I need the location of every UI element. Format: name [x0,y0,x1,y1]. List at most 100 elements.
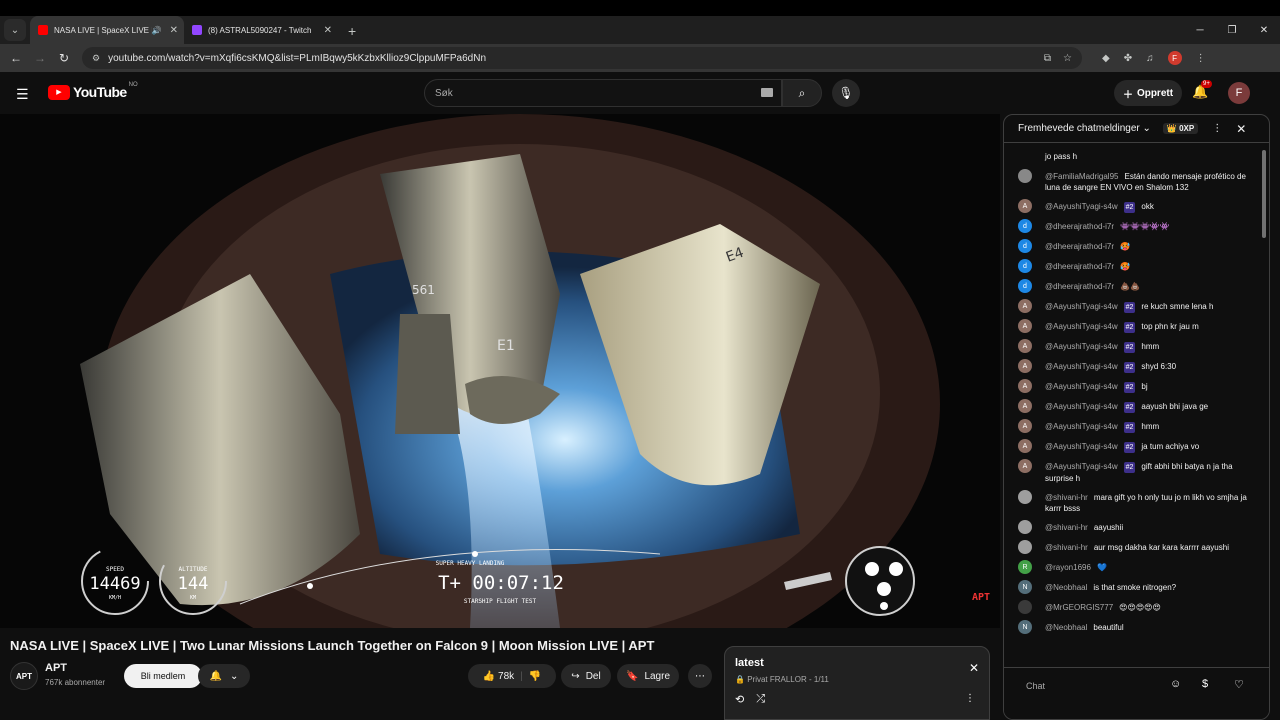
extension-icon[interactable]: ◆ [1102,53,1110,64]
join-button[interactable]: Bli medlem [124,664,202,688]
create-button[interactable]: ＋ Opprett [1114,80,1182,106]
chat-avatar[interactable]: d [1018,219,1032,233]
close-playlist-icon[interactable]: ✕ [969,661,979,675]
super-chat-icon[interactable]: $ [1202,678,1208,690]
emoji-icon[interactable]: ☺ [1170,678,1181,690]
chat-scrollbar[interactable] [1262,150,1266,238]
shuffle-icon[interactable]: ⤮ [756,693,765,706]
chat-author[interactable]: @AayushiTyagi-s4w [1045,382,1118,391]
address-bar[interactable]: ⚙ youtube.com/watch?v=mXqfi6csKMQ&list=P… [82,47,1082,69]
back-icon[interactable]: ← [4,51,28,65]
reload-icon[interactable]: ↻ [52,51,76,65]
chat-input[interactable]: Chat [1018,676,1168,698]
bookmark-star-icon[interactable]: ☆ [1063,53,1072,64]
chat-menu-icon[interactable]: ⋮ [1212,123,1222,134]
install-icon[interactable]: ⧉ [1044,53,1051,64]
channel-name[interactable]: APT [45,662,67,674]
tab-search-button[interactable]: ⌄ [4,19,26,41]
speaker-icon[interactable]: 🔊 [152,26,162,35]
chat-author[interactable]: @dheerajrathod-i7r [1045,262,1114,271]
chat-avatar[interactable]: N [1018,620,1032,634]
like-button[interactable]: 👍 78k [483,671,514,682]
chat-author[interactable]: @dheerajrathod-i7r [1045,282,1114,291]
tab-youtube[interactable]: NASA LIVE | SpaceX LIVE | T 🔊 ✕ [30,16,184,44]
site-info-icon[interactable]: ⚙ [92,53,100,64]
video-player[interactable]: 561 E1 E4 SPEED 14469 KM/H ALTITUDE 144 … [0,114,1000,628]
chat-author[interactable]: @Neobhaal [1045,583,1087,592]
chrome-menu-icon[interactable]: ⋮ [1196,53,1206,64]
keyboard-icon[interactable] [761,88,773,97]
youtube-logo[interactable]: ▶ YouTube NO [48,82,138,100]
close-window-icon[interactable]: ✕ [1248,16,1280,44]
media-control-icon[interactable]: ♫ [1146,53,1154,64]
chat-author[interactable]: @dheerajrathod-i7r [1045,242,1114,251]
minimize-icon[interactable]: ─ [1184,16,1216,44]
chat-avatar[interactable]: d [1018,259,1032,273]
chat-author[interactable]: @shivani-hr [1045,543,1088,552]
chat-avatar[interactable] [1018,169,1032,183]
xp-badge[interactable]: 👑 0XP [1162,123,1199,134]
new-tab-icon[interactable]: + [348,23,356,39]
chat-avatar[interactable]: A [1018,299,1032,313]
chat-avatar[interactable]: A [1018,319,1032,333]
chat-author[interactable]: @AayushiTyagi-s4w [1045,422,1118,431]
restore-icon[interactable]: ❐ [1216,16,1248,44]
chat-avatar[interactable]: A [1018,359,1032,373]
chat-author[interactable]: @shivani-hr [1045,523,1088,532]
chat-avatar[interactable]: N [1018,580,1032,594]
chat-avatar[interactable] [1018,600,1032,614]
account-avatar[interactable]: F [1228,82,1250,104]
loop-icon[interactable]: ⟲ [735,693,744,706]
chat-author[interactable]: @AayushiTyagi-s4w [1045,342,1118,351]
profile-avatar[interactable]: F [1167,51,1182,65]
chat-avatar[interactable]: A [1018,199,1032,213]
chat-author[interactable]: @AayushiTyagi-s4w [1045,302,1118,311]
chat-mode-selector[interactable]: Fremhevede chatmeldinger ⌄ [1018,123,1151,134]
chat-avatar[interactable] [1018,520,1032,534]
forward-icon[interactable]: → [28,51,52,65]
chat-author[interactable]: @AayushiTyagi-s4w [1045,442,1118,451]
chat-author[interactable]: @AayushiTyagi-s4w [1045,202,1118,211]
chat-avatar[interactable] [1018,540,1032,554]
close-chat-icon[interactable]: ✕ [1236,122,1246,136]
chat-author[interactable]: @shivani-hr [1045,493,1088,502]
chat-avatar[interactable]: A [1018,339,1032,353]
close-tab-icon[interactable]: ✕ [324,25,332,36]
chat-author[interactable]: @AayushiTyagi-s4w [1045,462,1118,471]
chat-author[interactable]: @Neobhaal [1045,623,1087,632]
channel-avatar[interactable]: APT [10,662,38,690]
chat-author[interactable]: @AayushiTyagi-s4w [1045,322,1118,331]
extensions-puzzle-icon[interactable]: ✤ [1124,53,1132,64]
notifications-button[interactable]: 🔔 9+ [1192,80,1212,100]
chat-author[interactable]: @FamiliaMadrigal95 [1045,172,1118,181]
chat-avatar[interactable]: d [1018,239,1032,253]
playlist-title[interactable]: latest [735,657,764,669]
chat-avatar[interactable] [1018,490,1032,504]
tab-twitch[interactable]: (8) ASTRAL5090247 - Twitch ✕ [184,16,338,44]
subscription-bell-button[interactable]: 🔔 ⌄ [198,664,250,688]
dislike-button[interactable]: 👎 [529,671,541,682]
playlist-menu-icon[interactable]: ⋮ [965,693,975,704]
chat-avatar[interactable]: A [1018,379,1032,393]
more-actions-button[interactable]: ⋯ [688,664,712,688]
altitude-value: 144 [177,574,209,594]
chat-author[interactable]: @MrGEORGIS777 [1045,603,1113,612]
hamburger-menu-icon[interactable]: ☰ [16,86,29,103]
chat-avatar[interactable]: A [1018,399,1032,413]
chat-avatar[interactable]: A [1018,459,1032,473]
chat-author[interactable]: @AayushiTyagi-s4w [1045,402,1118,411]
chat-avatar[interactable]: d [1018,279,1032,293]
save-button[interactable]: 🔖 Lagre [617,664,679,688]
heart-icon[interactable]: ♡ [1234,678,1244,691]
chat-avatar[interactable]: A [1018,419,1032,433]
chat-avatar[interactable]: A [1018,439,1032,453]
close-tab-icon[interactable]: ✕ [170,25,178,36]
chat-avatar[interactable]: R [1018,560,1032,574]
chat-author[interactable]: @rayon1696 [1045,563,1091,572]
search-button[interactable]: ⌕ [782,79,822,107]
chat-author[interactable]: @dheerajrathod-i7r [1045,222,1114,231]
share-button[interactable]: ↪ Del [561,664,611,688]
voice-search-button[interactable]: 🎙 [832,79,860,107]
search-input[interactable]: Søk [424,79,782,107]
chat-author[interactable]: @AayushiTyagi-s4w [1045,362,1118,371]
